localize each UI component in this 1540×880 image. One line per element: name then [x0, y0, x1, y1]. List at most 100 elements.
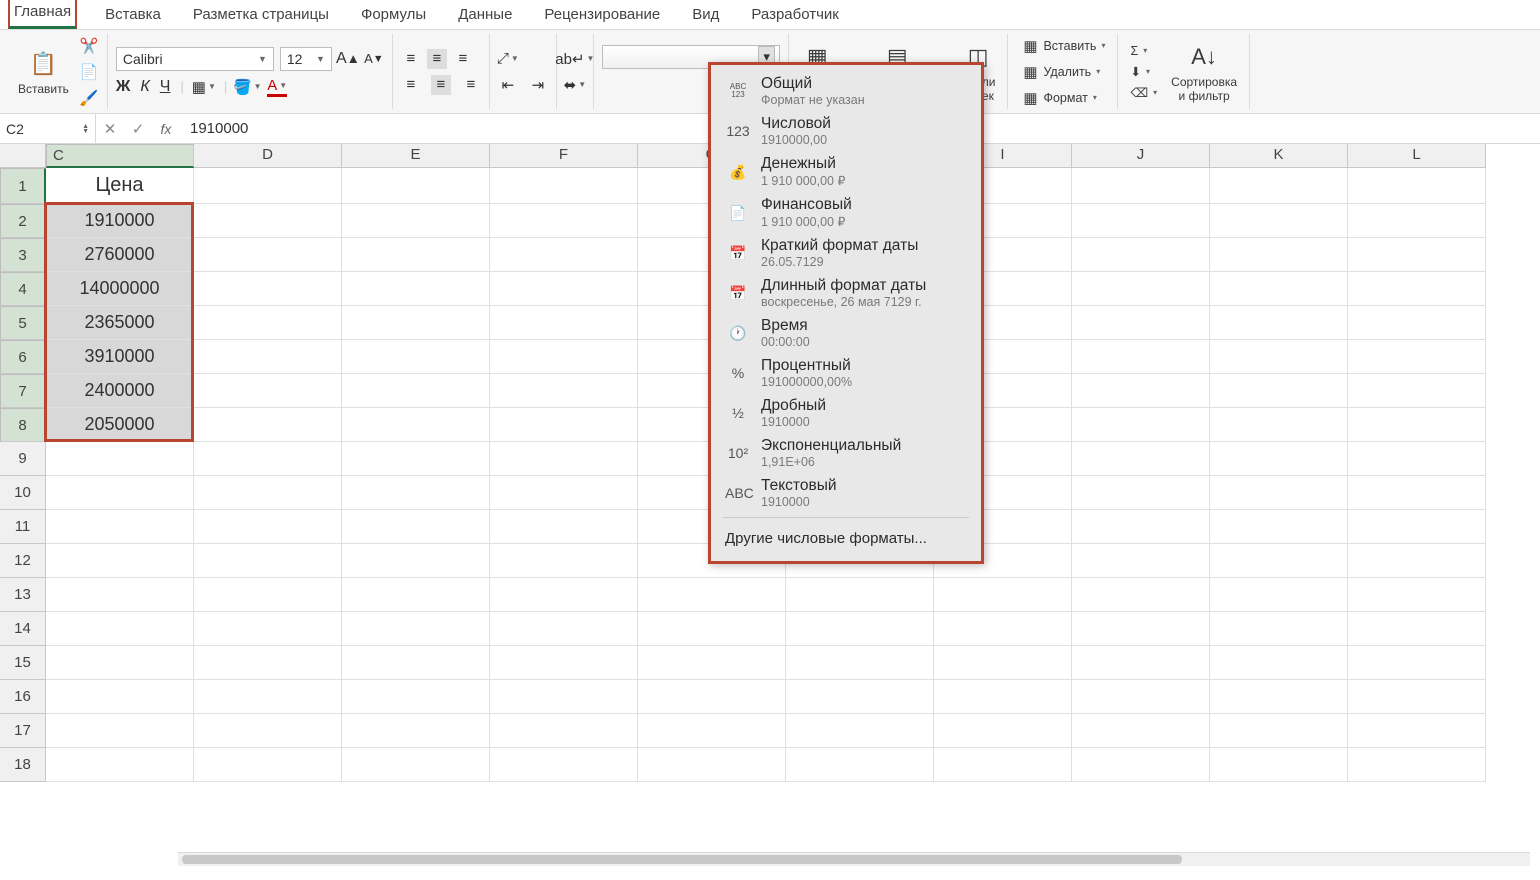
row-header-4[interactable]: 4 [0, 272, 46, 306]
accept-formula-icon[interactable]: ✓ [124, 120, 152, 138]
cell-L17[interactable] [1348, 714, 1486, 748]
cell-K5[interactable] [1210, 306, 1348, 340]
cell-F12[interactable] [490, 544, 638, 578]
cell-F4[interactable] [490, 272, 638, 306]
cell-K14[interactable] [1210, 612, 1348, 646]
cell-H14[interactable] [786, 612, 934, 646]
cell-E8[interactable] [342, 408, 490, 442]
increase-font-icon[interactable]: A▲ [338, 49, 358, 69]
cell-E9[interactable] [342, 442, 490, 476]
tab-review[interactable]: Рецензирование [540, 2, 664, 29]
cell-J4[interactable] [1072, 272, 1210, 306]
row-header-8[interactable]: 8 [0, 408, 46, 442]
autosum-button[interactable]: Σ▾ [1126, 42, 1161, 60]
row-header-6[interactable]: 6 [0, 340, 46, 374]
cell-E7[interactable] [342, 374, 490, 408]
tab-data[interactable]: Данные [454, 2, 516, 29]
cell-J8[interactable] [1072, 408, 1210, 442]
row-header-17[interactable]: 17 [0, 714, 46, 748]
sort-filter-button[interactable]: A↓ Сортировка и фильтр [1167, 39, 1241, 105]
column-header-C[interactable]: C [46, 144, 194, 168]
cell-E11[interactable] [342, 510, 490, 544]
cell-G18[interactable] [638, 748, 786, 782]
cell-D16[interactable] [194, 680, 342, 714]
cell-L12[interactable] [1348, 544, 1486, 578]
increase-indent-icon[interactable]: ⇥ [528, 75, 548, 95]
cell-D3[interactable] [194, 238, 342, 272]
format-option-10[interactable]: ABCТекстовый1910000 [711, 473, 981, 513]
cell-L7[interactable] [1348, 374, 1486, 408]
cell-C2[interactable]: 1910000 [46, 204, 194, 238]
cell-K8[interactable] [1210, 408, 1348, 442]
tab-developer[interactable]: Разработчик [747, 2, 842, 29]
column-header-L[interactable]: L [1348, 144, 1486, 168]
cell-L4[interactable] [1348, 272, 1486, 306]
cell-J3[interactable] [1072, 238, 1210, 272]
cell-L11[interactable] [1348, 510, 1486, 544]
format-option-3[interactable]: 📄Финансовый1 910 000,00 ₽ [711, 192, 981, 233]
merge-icon[interactable]: ⬌▼ [565, 75, 585, 95]
fill-color-icon[interactable]: 🪣▼ [237, 77, 257, 97]
cell-I15[interactable] [934, 646, 1072, 680]
cell-J10[interactable] [1072, 476, 1210, 510]
cell-J2[interactable] [1072, 204, 1210, 238]
cell-C11[interactable] [46, 510, 194, 544]
cell-D4[interactable] [194, 272, 342, 306]
cell-H13[interactable] [786, 578, 934, 612]
cell-D5[interactable] [194, 306, 342, 340]
cell-D7[interactable] [194, 374, 342, 408]
row-header-14[interactable]: 14 [0, 612, 46, 646]
align-top-icon[interactable]: ≡ [401, 49, 421, 69]
cell-J7[interactable] [1072, 374, 1210, 408]
cell-K6[interactable] [1210, 340, 1348, 374]
cell-D15[interactable] [194, 646, 342, 680]
decrease-font-icon[interactable]: A▼ [364, 49, 384, 69]
cell-I17[interactable] [934, 714, 1072, 748]
row-header-5[interactable]: 5 [0, 306, 46, 340]
cancel-formula-icon[interactable]: ✕ [96, 120, 124, 138]
cell-C14[interactable] [46, 612, 194, 646]
row-header-3[interactable]: 3 [0, 238, 46, 272]
delete-cells-button[interactable]: ▦Удалить▾ [1016, 60, 1109, 84]
cell-D17[interactable] [194, 714, 342, 748]
cell-F2[interactable] [490, 204, 638, 238]
row-header-1[interactable]: 1 [0, 168, 46, 204]
cell-D12[interactable] [194, 544, 342, 578]
cell-C6[interactable]: 3910000 [46, 340, 194, 374]
cell-G16[interactable] [638, 680, 786, 714]
tab-page-layout[interactable]: Разметка страницы [189, 2, 333, 29]
cell-J17[interactable] [1072, 714, 1210, 748]
cell-K15[interactable] [1210, 646, 1348, 680]
cell-C1[interactable]: Цена [46, 168, 194, 204]
cell-K2[interactable] [1210, 204, 1348, 238]
cell-L1[interactable] [1348, 168, 1486, 204]
cut-icon[interactable]: ✂️ [79, 36, 99, 56]
cell-J1[interactable] [1072, 168, 1210, 204]
cell-J11[interactable] [1072, 510, 1210, 544]
underline-button[interactable]: Ч [160, 78, 171, 96]
cell-L18[interactable] [1348, 748, 1486, 782]
cell-F18[interactable] [490, 748, 638, 782]
cell-K13[interactable] [1210, 578, 1348, 612]
cell-F16[interactable] [490, 680, 638, 714]
align-center-icon[interactable]: ≡ [431, 75, 451, 95]
tab-insert[interactable]: Вставка [101, 2, 165, 29]
cell-E6[interactable] [342, 340, 490, 374]
format-option-1[interactable]: 123Числовой1910000,00 [711, 111, 981, 151]
column-header-F[interactable]: F [490, 144, 638, 168]
cell-L14[interactable] [1348, 612, 1486, 646]
cell-E1[interactable] [342, 168, 490, 204]
tab-view[interactable]: Вид [688, 2, 723, 29]
cell-L5[interactable] [1348, 306, 1486, 340]
cell-J9[interactable] [1072, 442, 1210, 476]
copy-icon[interactable]: 📄 [79, 62, 99, 82]
align-bottom-icon[interactable]: ≡ [453, 49, 473, 69]
column-header-J[interactable]: J [1072, 144, 1210, 168]
row-header-7[interactable]: 7 [0, 374, 46, 408]
cell-L6[interactable] [1348, 340, 1486, 374]
format-option-0[interactable]: ABC 123ОбщийФормат не указан [711, 71, 981, 111]
font-color-icon[interactable]: A▼ [267, 77, 287, 97]
cell-H18[interactable] [786, 748, 934, 782]
row-header-10[interactable]: 10 [0, 476, 46, 510]
cell-F17[interactable] [490, 714, 638, 748]
